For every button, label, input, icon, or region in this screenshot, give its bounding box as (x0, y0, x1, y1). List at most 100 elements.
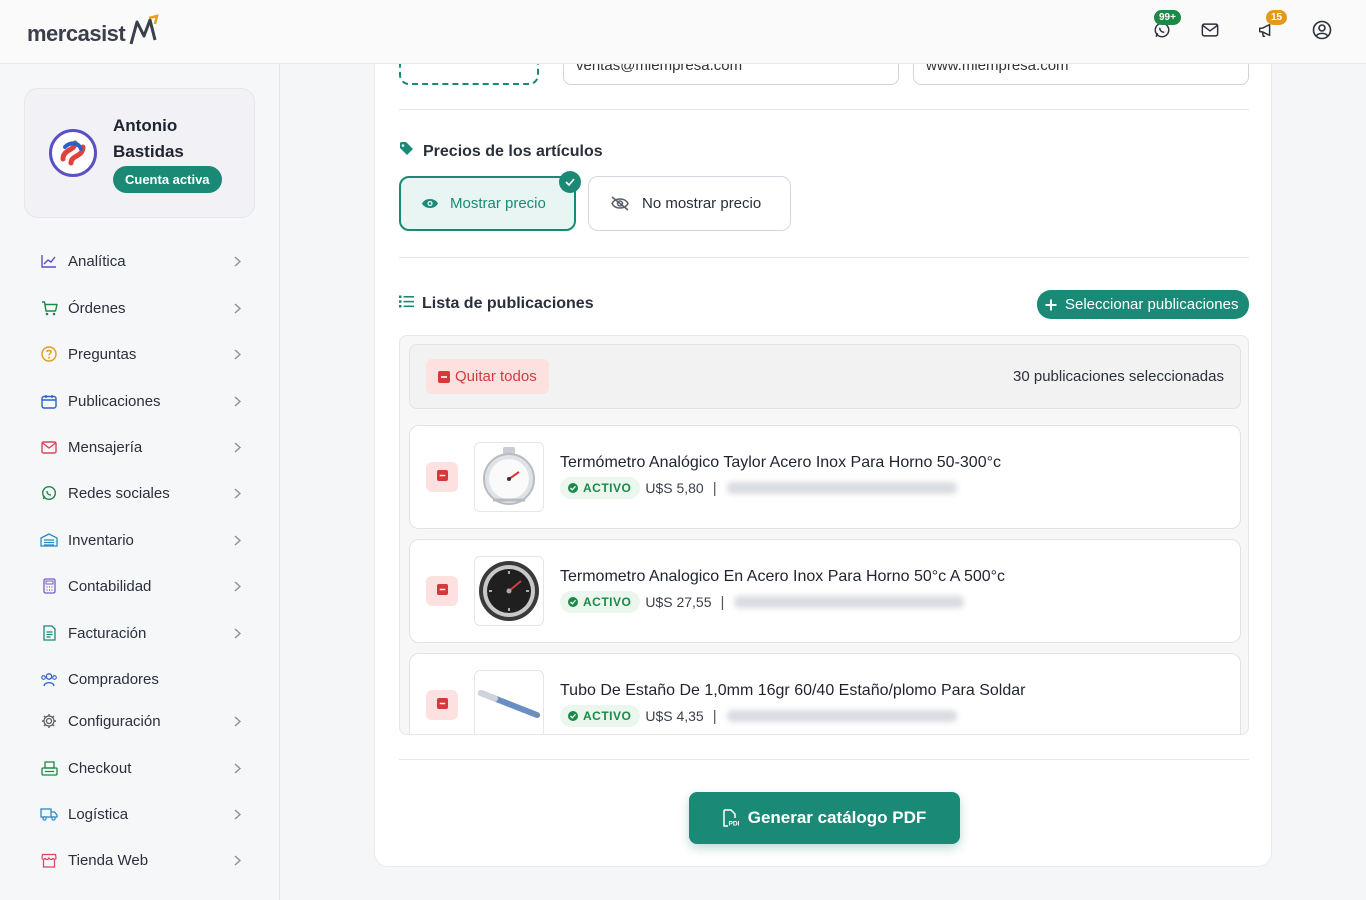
status-badge: ACTIVO (560, 591, 641, 613)
sidebar-item-label: Contabilidad (68, 577, 152, 595)
announcements-button[interactable]: 15 (1256, 10, 1288, 42)
minus-square-icon (438, 370, 450, 383)
separator: | (712, 479, 717, 497)
users-icon (40, 670, 58, 688)
envelope-icon (1201, 22, 1219, 43)
list-item: Termometro Analogico En Acero Inox Para … (409, 539, 1241, 643)
remove-all-label: Quitar todos (455, 368, 537, 385)
plus-icon (1045, 299, 1057, 311)
sidebar-item-label: Preguntas (68, 345, 137, 363)
select-publications-label: Seleccionar publicaciones (1065, 296, 1239, 313)
sidebar-item-ordenes[interactable]: Órdenes (24, 292, 256, 324)
logo[interactable]: mercasist (27, 14, 161, 53)
publications-list-panel[interactable]: Quitar todos 30 publicaciones selecciona… (399, 335, 1249, 735)
product-price: U$S 5,80 (645, 480, 704, 496)
product-meta: ACTIVO U$S 27,55 | (560, 591, 965, 613)
sidebar-item-label: Logística (68, 805, 129, 823)
sidebar-item-analitica[interactable]: Analítica (24, 245, 256, 277)
avatar[interactable] (49, 129, 97, 177)
svg-text:PDF: PDF (728, 821, 739, 828)
generate-pdf-button[interactable]: PDF Generar catálogo PDF (689, 792, 960, 844)
eye-icon (421, 197, 439, 210)
user-circle-icon (1312, 20, 1332, 45)
divider (399, 257, 1249, 258)
sidebar-item-tienda-web[interactable]: Tienda Web (24, 844, 256, 876)
register-icon (40, 759, 58, 777)
check-circle-icon (568, 597, 578, 607)
envelope-icon (40, 438, 58, 456)
sidebar-item-label: Redes sociales (68, 484, 170, 502)
status-text: ACTIVO (583, 709, 632, 723)
logo-mark-icon (127, 14, 161, 53)
product-title: Termometro Analogico En Acero Inox Para … (560, 568, 1006, 585)
messages-button[interactable] (1200, 22, 1220, 42)
sidebar-item-label: Configuración (68, 712, 161, 730)
remove-all-button[interactable]: Quitar todos (426, 359, 549, 394)
remove-item-button[interactable] (426, 690, 458, 720)
calendar-icon (40, 392, 58, 410)
generate-pdf-label: Generar catálogo PDF (747, 808, 927, 827)
chevron-right-icon (232, 441, 242, 453)
chevron-right-icon (232, 534, 242, 546)
sidebar-item-label: Mensajería (68, 438, 143, 456)
hide-price-label: No mostrar precio (642, 195, 762, 212)
list-icon (399, 295, 422, 313)
pdf-file-icon: PDF (722, 809, 748, 828)
sidebar-item-label: Publicaciones (68, 392, 161, 410)
product-thumbnail (474, 556, 544, 626)
blurred-details (734, 596, 965, 608)
show-price-label: Mostrar precio (450, 195, 546, 212)
chart-line-icon (40, 252, 58, 270)
check-circle-icon (568, 711, 578, 721)
product-meta: ACTIVO U$S 4,35 | (560, 705, 957, 727)
check-icon (559, 171, 581, 193)
sidebar-item-redes-sociales[interactable]: Redes sociales (24, 477, 256, 509)
sidebar-item-logistica[interactable]: Logística (24, 798, 256, 830)
chevron-right-icon (232, 627, 242, 639)
minus-square-icon (436, 582, 448, 600)
show-price-option[interactable]: Mostrar precio (399, 171, 581, 231)
status-text: ACTIVO (583, 481, 632, 495)
product-thumbnail (474, 670, 544, 734)
sidebar-item-checkout[interactable]: Checkout (24, 752, 256, 784)
logo-text: mercasist (27, 20, 126, 46)
sidebar-item-compradores[interactable]: Compradores (24, 663, 256, 695)
sidebar-item-label: Inventario (68, 531, 134, 549)
gear-icon (40, 712, 58, 730)
minus-square-icon (436, 468, 448, 486)
sidebar-item-facturacion[interactable]: Facturación (24, 617, 256, 649)
divider (399, 109, 1249, 110)
sidebar-item-mensajeria[interactable]: Mensajería (24, 431, 256, 463)
chevron-right-icon (232, 395, 242, 407)
blurred-details (726, 710, 957, 722)
hide-price-option[interactable]: No mostrar precio (588, 176, 791, 231)
chevron-right-icon (232, 348, 242, 360)
sidebar-item-label: Analítica (68, 252, 126, 270)
list-header: Quitar todos 30 publicaciones selecciona… (409, 344, 1241, 409)
sidebar-item-label: Tienda Web (68, 851, 149, 869)
section-title-text: Lista de publicaciones (422, 295, 594, 312)
sidebar-item-inventario[interactable]: Inventario (24, 524, 256, 556)
profile-card: Antonio Bastidas Cuenta activa (24, 88, 255, 218)
profile-name: Antonio Bastidas (113, 116, 184, 161)
select-publications-button[interactable]: Seleccionar publicaciones (1037, 290, 1249, 319)
account-button[interactable] (1312, 20, 1332, 45)
tags-icon (399, 141, 423, 162)
remove-item-button[interactable] (426, 462, 458, 492)
remove-item-button[interactable] (426, 576, 458, 606)
sidebar-item-configuracion[interactable]: Configuración (24, 705, 256, 737)
whatsapp-button[interactable]: 99+ (1152, 10, 1181, 42)
sidebar-item-preguntas[interactable]: Preguntas (24, 338, 256, 370)
catalog-form-card: Precios de los artículos Mostrar precio … (374, 0, 1272, 867)
sidebar-item-label: Compradores (68, 670, 159, 688)
check-circle-icon (568, 483, 578, 493)
minus-square-icon (436, 696, 448, 714)
calculator-icon (40, 577, 58, 595)
sidebar-item-label: Órdenes (68, 299, 126, 317)
chevron-right-icon (232, 302, 242, 314)
product-meta: ACTIVO U$S 5,80 | (560, 477, 957, 499)
sidebar-item-label: Facturación (68, 624, 147, 642)
sidebar-item-publicaciones[interactable]: Publicaciones (24, 385, 256, 417)
sidebar-item-label: Checkout (68, 759, 132, 777)
sidebar-item-contabilidad[interactable]: Contabilidad (24, 570, 256, 602)
